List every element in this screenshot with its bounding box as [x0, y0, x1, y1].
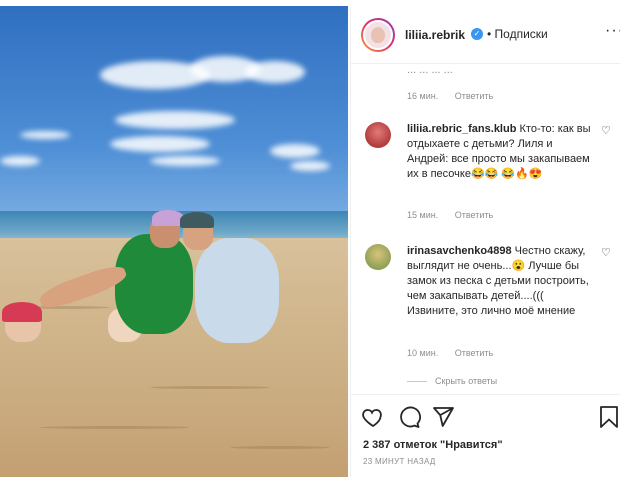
post-time: 23 МИНУТ НАЗАД	[363, 457, 436, 466]
comment-icon[interactable]	[397, 405, 421, 429]
hide-replies-button[interactable]: Скрыть ответы	[407, 376, 497, 386]
partial-comment-text: ... ... ... ...	[407, 64, 453, 76]
comment-username[interactable]: irinasavchenko4898	[407, 245, 512, 257]
post-sidebar: liliia.rebrik ✓ • Подписки ··· ... ... .…	[350, 6, 620, 477]
heart-icon[interactable]: ♡	[601, 246, 611, 259]
post-header: liliia.rebrik ✓ • Подписки ···	[351, 6, 620, 64]
man-figure	[195, 238, 279, 343]
reply-button[interactable]: Ответить	[455, 348, 493, 358]
comment-body: irinasavchenko4898 Честно скажу, выгляди…	[407, 244, 591, 319]
comment-time: 16 мин.	[407, 91, 439, 101]
comment-meta: 10 мин. Ответить	[407, 348, 507, 358]
separator: •	[487, 27, 492, 41]
reply-button[interactable]: Ответить	[455, 210, 493, 220]
comment-meta: 16 мин. Ответить	[407, 91, 507, 101]
heart-icon[interactable]	[361, 405, 385, 429]
heart-icon[interactable]: ♡	[601, 124, 611, 137]
verified-icon: ✓	[471, 28, 483, 40]
author-username[interactable]: liliia.rebrik	[405, 28, 465, 42]
author-avatar[interactable]	[361, 18, 395, 52]
more-icon[interactable]: ···	[605, 22, 620, 40]
following-button[interactable]: • Подписки	[487, 27, 548, 41]
beach-photo	[0, 6, 348, 477]
comment-meta: 15 мин. Ответить	[407, 210, 507, 220]
comment-time: 10 мин.	[407, 348, 439, 358]
hide-replies-label: Скрыть ответы	[435, 376, 498, 386]
comment-avatar[interactable]	[365, 244, 391, 270]
child-cap	[2, 302, 42, 322]
comment-avatar[interactable]	[365, 122, 391, 148]
instagram-post: liliia.rebrik ✓ • Подписки ··· ... ... .…	[0, 0, 620, 477]
following-label: Подписки	[494, 27, 548, 41]
share-icon[interactable]	[431, 405, 455, 429]
likes-count[interactable]: 2 387 отметок "Нравится"	[363, 439, 503, 451]
comment-time: 15 мин.	[407, 210, 439, 220]
comments-list: ... ... ... ... 16 мин. Ответить liliia.…	[351, 64, 620, 394]
bookmark-icon[interactable]	[597, 405, 620, 429]
man-cap	[180, 212, 214, 228]
reply-button[interactable]: Ответить	[455, 91, 493, 101]
comment-body: liliia.rebric_fans.klub Кто-то: как вы о…	[407, 122, 591, 182]
woman-figure	[115, 234, 193, 334]
post-actions: 2 387 отметок "Нравится" 23 МИНУТ НАЗАД	[351, 394, 620, 477]
comment-username[interactable]: liliia.rebric_fans.klub	[407, 123, 516, 135]
